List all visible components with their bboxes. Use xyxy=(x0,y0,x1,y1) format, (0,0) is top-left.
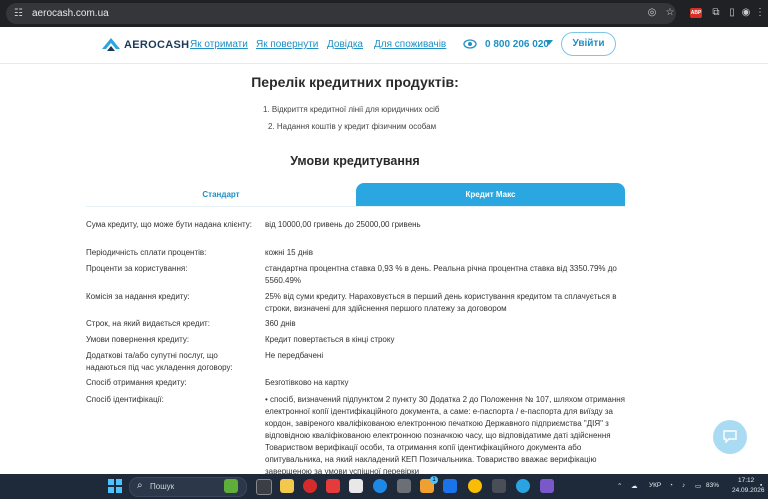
star-icon[interactable]: ☆ xyxy=(664,7,676,19)
row-label: Комісія за надання кредиту: xyxy=(86,292,190,301)
row-value: стандартна процентна ставка 0,93 % в ден… xyxy=(265,264,617,285)
row-value: кожні 15 днів xyxy=(265,248,313,257)
battery-percent: 83% xyxy=(706,482,720,489)
search-placeholder: Пошук xyxy=(150,482,175,491)
dropbox-icon[interactable] xyxy=(443,479,457,493)
adblock-extension-icon[interactable]: ABP xyxy=(690,8,702,18)
eye-off-icon[interactable]: ◎ xyxy=(646,7,658,19)
phone-number[interactable]: 0 800 206 020 xyxy=(485,39,549,50)
row-value: від 10000,00 гривень до 25000,00 гривень xyxy=(265,220,421,229)
row-value: • спосіб, визначений підпунктом 2 пункту… xyxy=(265,395,626,474)
site-header: AEROCASH Як отримати Як повернути Довідк… xyxy=(0,27,768,64)
battery-icon[interactable]: ▭ xyxy=(695,482,701,490)
cloud-icon[interactable]: ☁ xyxy=(631,482,638,490)
logo-text: AEROCASH xyxy=(124,39,190,51)
chevron-down-icon[interactable] xyxy=(545,40,553,45)
tray-chevron-icon[interactable]: ⌃ xyxy=(617,482,622,490)
menu-icon[interactable]: ⋮ xyxy=(754,7,766,19)
search-icon: ⌕ xyxy=(137,480,143,491)
volume-icon[interactable]: ♪ xyxy=(682,482,685,489)
address-url[interactable]: aerocash.com.ua xyxy=(32,7,109,20)
notification-badge: 1 xyxy=(430,476,438,484)
row-label: Спосіб отримання кредиту: xyxy=(86,378,187,387)
row-label: Періодичність сплати процентів: xyxy=(86,248,207,257)
telegram-icon[interactable] xyxy=(516,479,530,493)
file-explorer-icon[interactable] xyxy=(280,479,294,493)
app-l-icon[interactable] xyxy=(326,479,340,493)
app-grid-icon[interactable] xyxy=(397,479,411,493)
accessibility-eye-icon[interactable] xyxy=(463,38,477,50)
chrome-icon[interactable] xyxy=(468,479,482,493)
aerocash-logo-icon xyxy=(102,38,120,51)
nav-help[interactable]: Довідка xyxy=(327,39,363,50)
app-white-icon[interactable] xyxy=(349,479,363,493)
tab-credit-max[interactable]: Кредит Макс xyxy=(356,183,625,206)
product-item: 2. Надання коштів у кредит фізичним особ… xyxy=(268,122,437,131)
tab-standard[interactable]: Стандарт xyxy=(86,183,356,207)
row-label: Проценти за користування: xyxy=(86,264,188,273)
notifications-icon[interactable]: ▪ xyxy=(760,482,762,489)
tab-divider xyxy=(86,206,625,207)
row-label: Спосіб ідентифікації: xyxy=(86,395,164,404)
address-bar[interactable]: ☷ aerocash.com.ua xyxy=(6,3,676,24)
chat-button[interactable] xyxy=(713,420,747,454)
profile-icon[interactable]: ◉ xyxy=(740,7,752,19)
nav-how-to-get[interactable]: Як отримати xyxy=(190,39,248,50)
chat-icon xyxy=(723,430,737,443)
language-indicator[interactable]: УКР xyxy=(649,482,661,489)
clock-time[interactable]: 17:12 xyxy=(738,477,754,484)
logo[interactable]: AEROCASH xyxy=(101,36,189,54)
login-button[interactable]: Увійти xyxy=(561,32,616,56)
app-gray-icon[interactable] xyxy=(492,479,506,493)
task-view-icon[interactable] xyxy=(256,479,272,495)
row-value: Кредит повертається в кінці строку xyxy=(265,335,395,344)
browser-toolbar: ☷ aerocash.com.ua ◎ ☆ ABP ⧉ ▯ ◉ ⋮ xyxy=(0,0,768,27)
viber-icon[interactable] xyxy=(540,479,554,493)
row-label: Сума кредиту, що може бути надана клієнт… xyxy=(86,220,253,229)
row-label: Додаткові та/або супутні послуг, що нада… xyxy=(86,351,233,372)
nav-how-to-repay[interactable]: Як повернути xyxy=(256,39,318,50)
extensions-icon[interactable]: ⧉ xyxy=(710,7,722,19)
products-title: Перелік кредитних продуктів: xyxy=(251,74,459,90)
product-item: 1. Відкриття кредитної лінії для юридичн… xyxy=(263,105,440,114)
site-info-icon[interactable]: ☷ xyxy=(14,8,25,19)
wifi-icon[interactable]: ◔ xyxy=(669,482,673,489)
sidepanel-icon[interactable]: ▯ xyxy=(726,7,738,19)
row-value: Не передбачені xyxy=(265,351,324,360)
edge-icon[interactable] xyxy=(373,479,387,493)
row-value: 25% від суми кредиту. Нараховується в пе… xyxy=(265,292,617,313)
row-label: Умови повернення кредиту: xyxy=(86,335,190,344)
widget-icon[interactable] xyxy=(224,479,238,493)
nav-for-consumers[interactable]: Для споживачів xyxy=(374,39,446,50)
row-value: 360 днів xyxy=(265,319,296,328)
windows-start-icon[interactable] xyxy=(108,479,122,493)
taskbar: ⌕ Пошук 1 ⌃ ☁ УКР ◔ ♪ ▭ 83% 17:12 24.09.… xyxy=(0,474,768,499)
row-label: Строк, на який видається кредит: xyxy=(86,319,210,328)
row-value: Безготівково на картку xyxy=(265,378,349,387)
opera-icon[interactable] xyxy=(303,479,317,493)
terms-title: Умови кредитування xyxy=(290,154,420,168)
